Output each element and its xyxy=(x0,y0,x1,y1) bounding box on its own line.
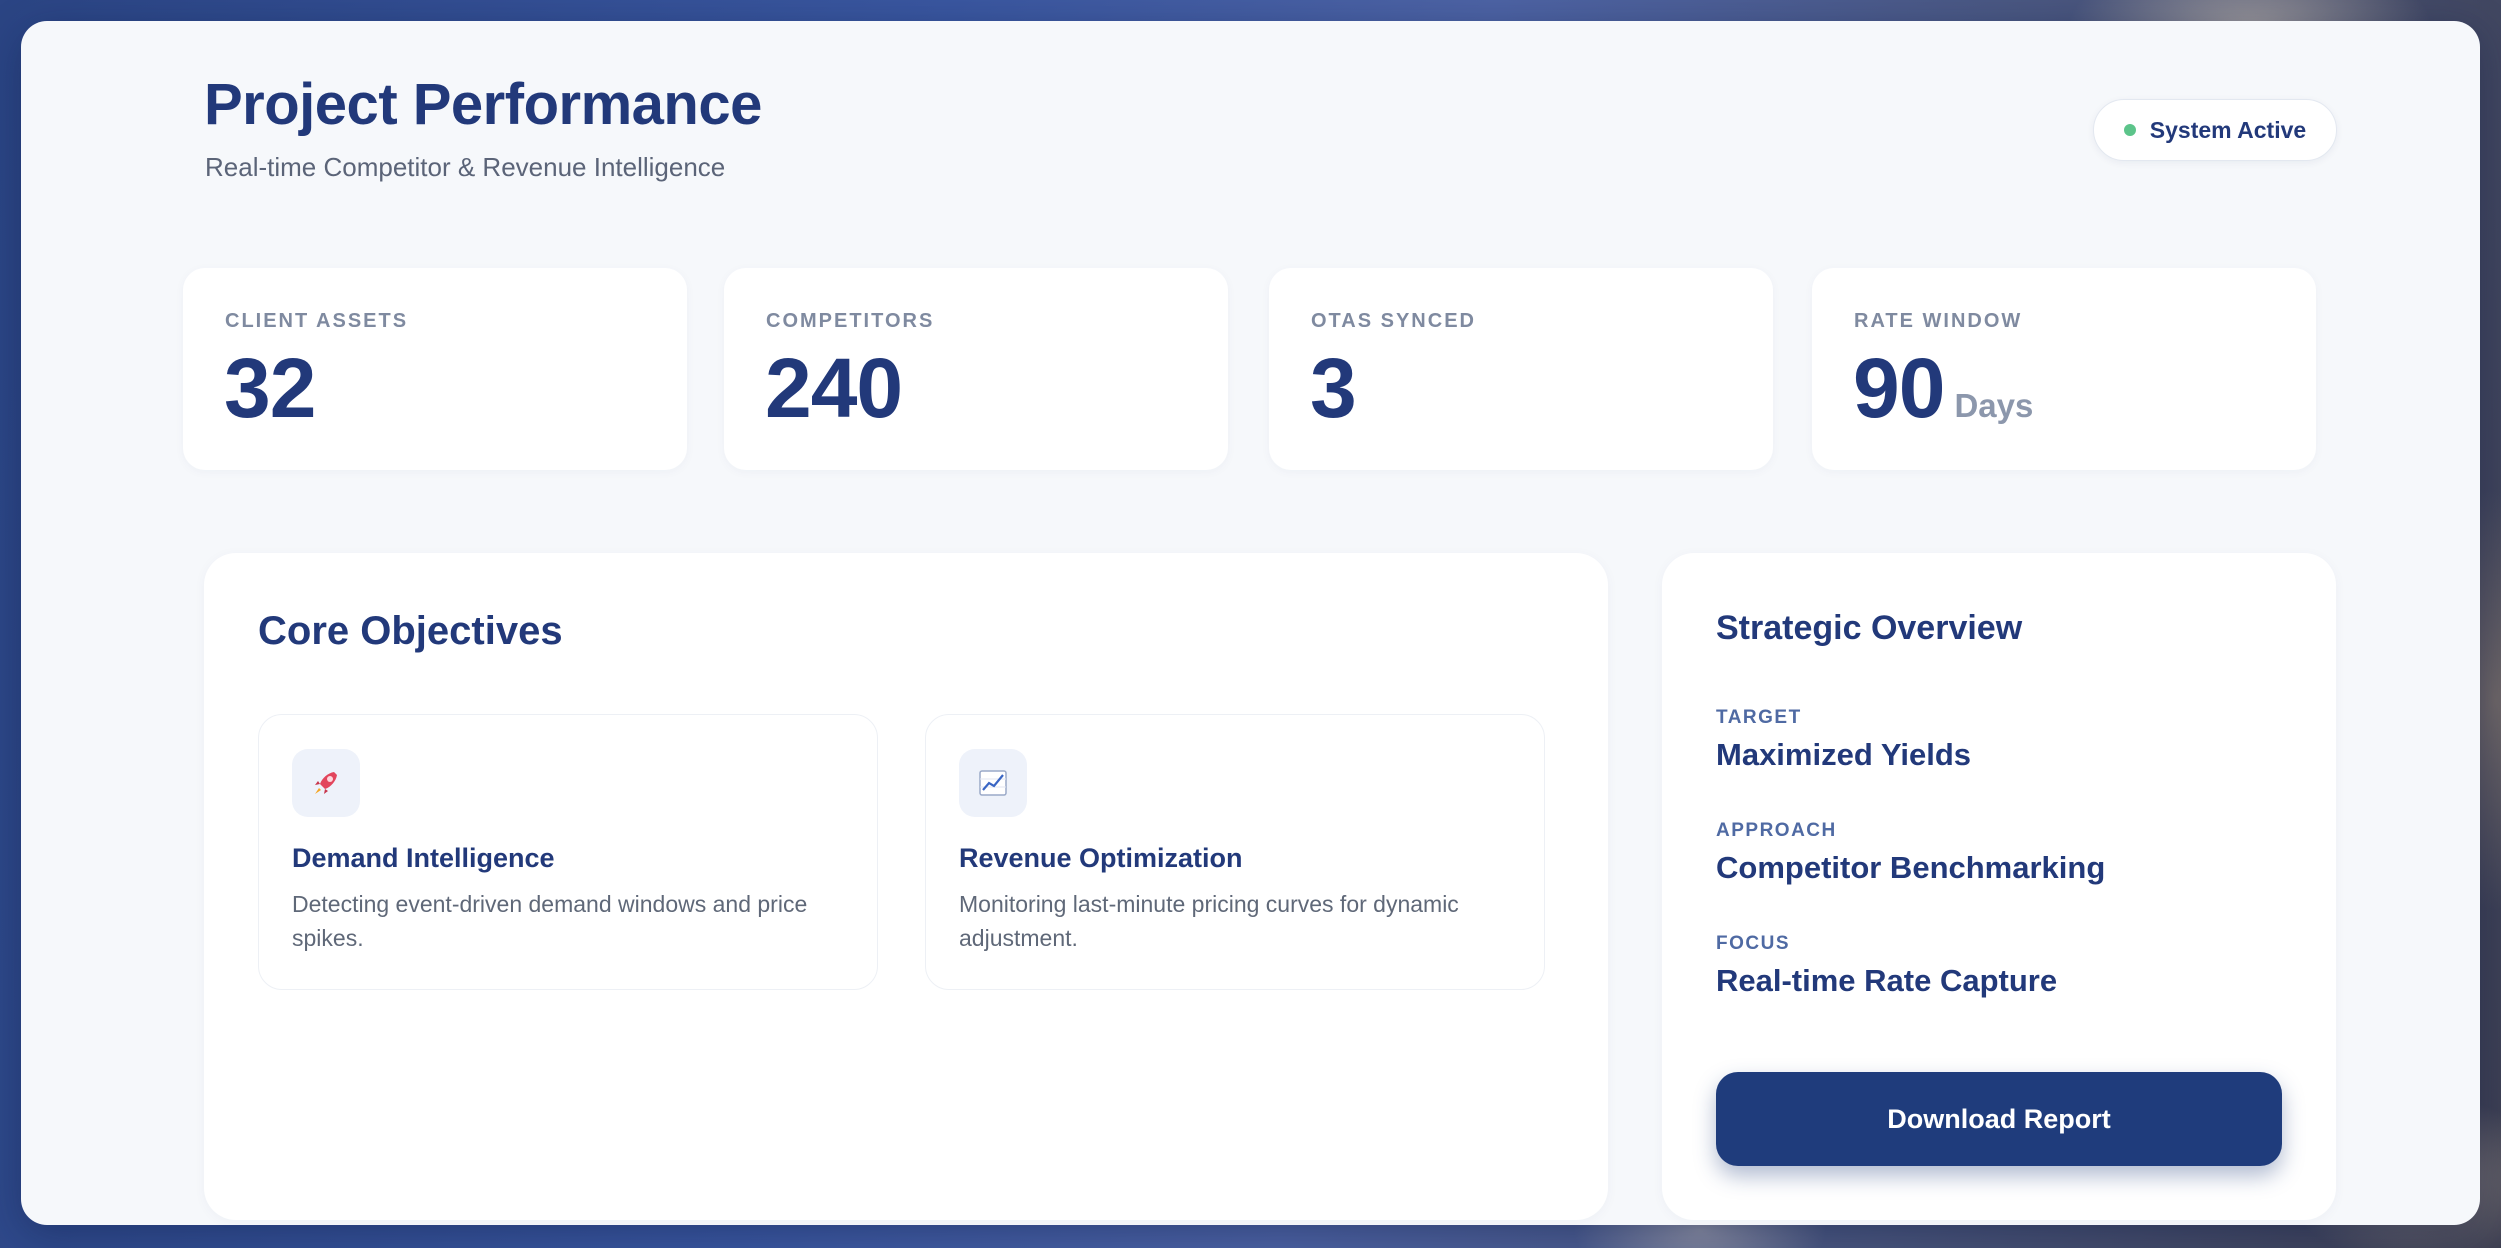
status-badge: System Active xyxy=(2093,99,2337,161)
stat-card-client-assets: CLIENT ASSETS 32 xyxy=(183,268,687,470)
chart-increasing-icon xyxy=(959,749,1027,817)
core-objectives-card: Core Objectives Demand Intelligence Dete… xyxy=(204,553,1608,1220)
overview-value-target: Maximized Yields xyxy=(1716,737,1971,772)
objective-title: Demand Intelligence xyxy=(292,843,555,873)
overview-label-approach: APPROACH xyxy=(1716,820,1837,841)
status-dot-icon xyxy=(2123,124,2136,136)
stat-card-competitors: COMPETITORS 240 xyxy=(724,268,1228,470)
stat-label: OTAS SYNCED xyxy=(1311,310,1476,332)
stat-value: 32 xyxy=(224,341,316,435)
stat-label: CLIENT ASSETS xyxy=(225,310,409,332)
stat-label: COMPETITORS xyxy=(766,310,935,332)
stat-value: 240 xyxy=(765,341,903,435)
overview-value-approach: Competitor Benchmarking xyxy=(1716,850,2106,885)
objective-revenue-optimization: Revenue Optimization Monitoring last-min… xyxy=(925,714,1545,990)
objective-description: Detecting event-driven demand windows an… xyxy=(292,891,808,951)
page-subtitle: Real-time Competitor & Revenue Intellige… xyxy=(205,152,726,182)
overview-label-target: TARGET xyxy=(1716,707,1802,728)
overview-value-focus: Real-time Rate Capture xyxy=(1716,963,2058,998)
section-title: Core Objectives xyxy=(258,609,563,653)
stat-value: 90 Days xyxy=(1853,341,2034,435)
dashboard-panel: Project Performance Real-time Competitor… xyxy=(21,21,2480,1225)
stat-card-rate-window: RATE WINDOW 90 Days xyxy=(1812,268,2316,470)
objective-description: Monitoring last-minute pricing curves fo… xyxy=(959,891,1459,951)
page-title: Project Performance xyxy=(204,72,762,137)
stat-value: 3 xyxy=(1310,341,1357,435)
status-label: System Active xyxy=(2149,116,2307,143)
objective-demand-intelligence: Demand Intelligence Detecting event-driv… xyxy=(258,714,878,990)
download-report-button[interactable]: Download Report xyxy=(1716,1072,2282,1166)
objective-title: Revenue Optimization xyxy=(959,843,1243,873)
stat-unit: Days xyxy=(1954,387,2034,424)
section-title: Strategic Overview xyxy=(1716,609,2023,647)
strategic-overview-card: Strategic Overview TARGET Maximized Yiel… xyxy=(1662,553,2336,1220)
overview-label-focus: FOCUS xyxy=(1716,933,1790,954)
rocket-icon xyxy=(292,749,360,817)
stat-label: RATE WINDOW xyxy=(1854,310,2023,332)
stat-card-otas-synced: OTAS SYNCED 3 xyxy=(1269,268,1773,470)
